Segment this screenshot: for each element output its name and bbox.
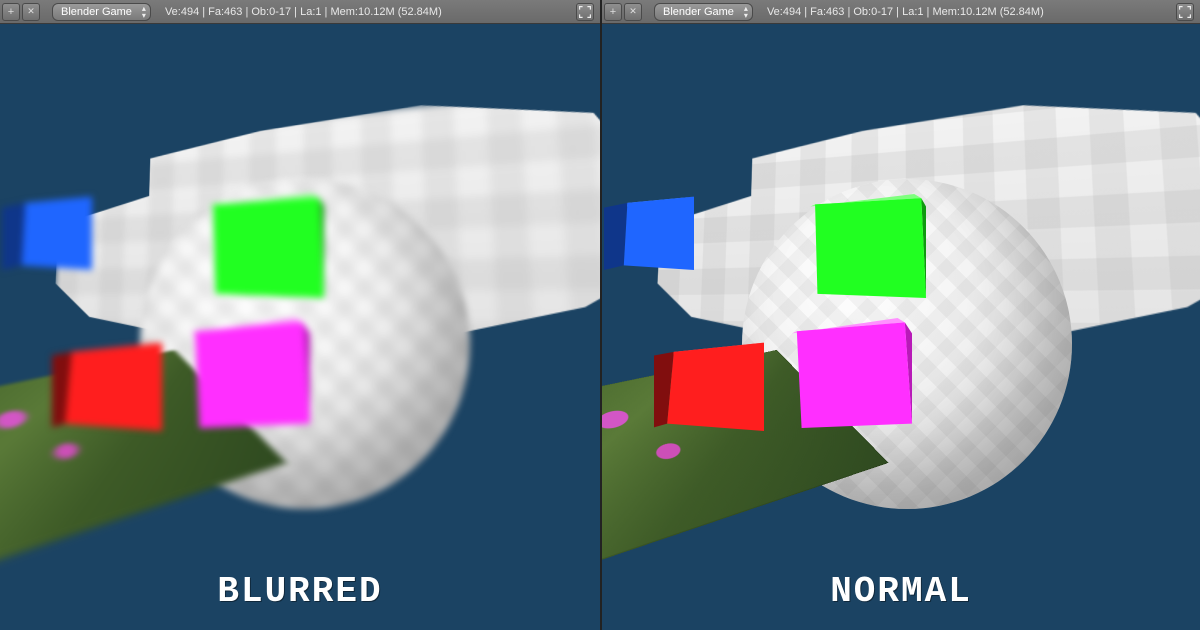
add-button[interactable]	[604, 3, 622, 21]
fullscreen-icon	[579, 6, 591, 18]
viewport-pane-left: Blender Game ▴▾ Ve:494 | Fa:463 | Ob:0-1…	[0, 0, 600, 630]
viewport-3d[interactable]	[0, 24, 600, 630]
cube-blue	[604, 192, 694, 270]
add-button[interactable]	[2, 3, 20, 21]
fullscreen-button[interactable]	[576, 3, 594, 21]
cube-green	[206, 194, 324, 298]
scene-stats: Ve:494 | Fa:463 | Ob:0-17 | La:1 | Mem:1…	[165, 6, 442, 18]
viewport-pane-right: Blender Game ▴▾ Ve:494 | Fa:463 | Ob:0-1…	[600, 0, 1200, 630]
viewport-3d[interactable]	[602, 24, 1200, 630]
cube-red	[52, 339, 162, 431]
cube-green	[808, 194, 926, 298]
dropdown-arrows-icon: ▴▾	[142, 5, 146, 19]
close-button[interactable]	[624, 3, 642, 21]
fullscreen-icon	[1179, 6, 1191, 18]
cube-blue	[2, 192, 92, 270]
engine-dropdown-label: Blender Game	[61, 6, 132, 18]
dropdown-arrows-icon: ▴▾	[744, 5, 748, 19]
viewport-header: Blender Game ▴▾ Ve:494 | Fa:463 | Ob:0-1…	[0, 0, 600, 24]
fullscreen-button[interactable]	[1176, 3, 1194, 21]
engine-dropdown[interactable]: Blender Game ▴▾	[654, 3, 753, 21]
scene-stats: Ve:494 | Fa:463 | Ob:0-17 | La:1 | Mem:1…	[767, 6, 1044, 18]
pane-caption: BLURRED	[0, 571, 600, 612]
cube-pink	[792, 318, 912, 428]
close-button[interactable]	[22, 3, 40, 21]
viewport-header: Blender Game ▴▾ Ve:494 | Fa:463 | Ob:0-1…	[602, 0, 1200, 24]
pane-caption: NORMAL	[602, 571, 1200, 612]
engine-dropdown[interactable]: Blender Game ▴▾	[52, 3, 151, 21]
cube-red	[654, 339, 764, 431]
engine-dropdown-label: Blender Game	[663, 6, 734, 18]
cube-pink	[190, 318, 310, 428]
